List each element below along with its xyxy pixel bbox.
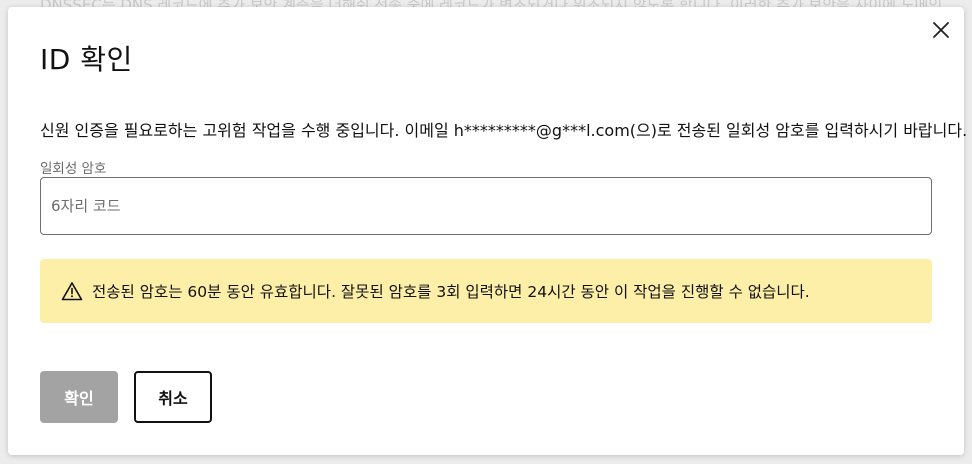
warning-text: 전송된 암호는 60분 동안 유효합니다. 잘못된 암호를 3회 입력하면 24…	[92, 283, 810, 301]
otp-input[interactable]	[40, 177, 932, 235]
dialog-title: ID 확인	[40, 43, 133, 76]
warning-banner: 전송된 암호는 60분 동안 유효합니다. 잘못된 암호를 3회 입력하면 24…	[40, 259, 932, 323]
confirm-button[interactable]: 확인	[40, 371, 118, 423]
close-icon	[933, 22, 949, 38]
dialog-description: 신원 인증을 필요로하는 고위험 작업을 수행 중입니다. 이메일 h*****…	[40, 121, 968, 140]
close-button[interactable]	[930, 19, 952, 41]
id-verification-dialog: ID 확인 신원 인증을 필요로하는 고위험 작업을 수행 중입니다. 이메일 …	[8, 7, 968, 455]
cancel-button[interactable]: 취소	[134, 371, 212, 423]
otp-field-label: 일회성 암호	[40, 161, 107, 177]
warning-triangle-icon	[61, 281, 83, 301]
